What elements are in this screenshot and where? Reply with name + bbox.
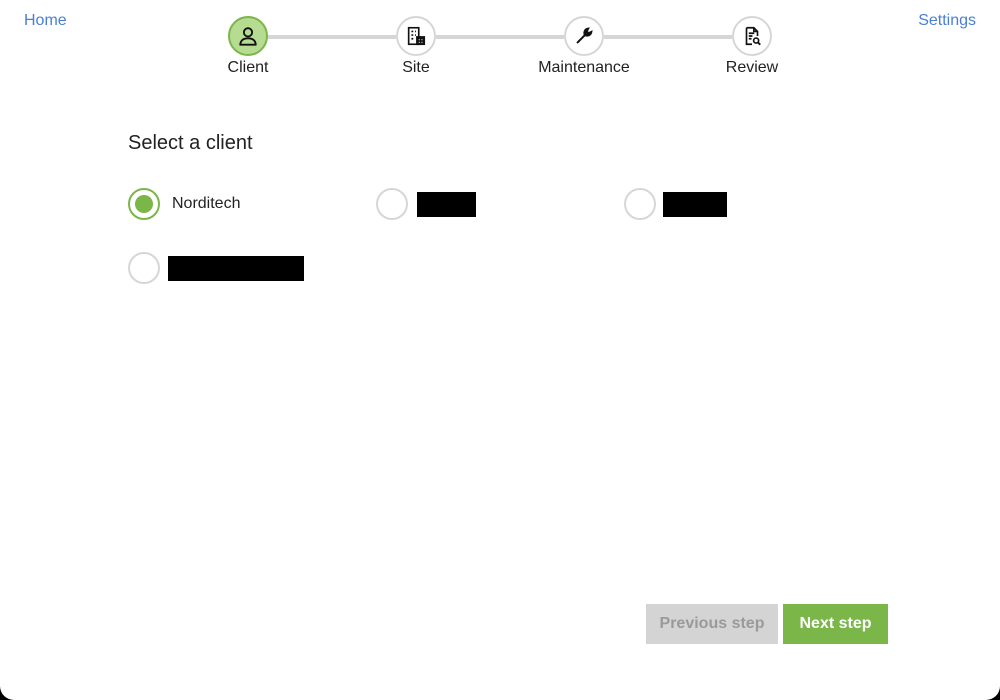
client-option[interactable] xyxy=(376,188,476,220)
wizard-page: Home Settings Client Site Maintenance Re… xyxy=(0,0,1000,700)
step-label: Maintenance xyxy=(538,59,630,76)
previous-step-button[interactable]: Previous step xyxy=(646,604,778,644)
step-client[interactable]: Client xyxy=(188,16,308,77)
document-search-icon xyxy=(745,26,761,46)
redacted-label xyxy=(417,191,476,217)
user-icon xyxy=(239,27,257,46)
redacted-label xyxy=(168,255,304,281)
step-circle xyxy=(564,16,604,56)
step-label: Site xyxy=(402,59,430,76)
step-maintenance[interactable]: Maintenance xyxy=(524,16,644,77)
next-step-button[interactable]: Next step xyxy=(783,604,888,644)
step-circle xyxy=(396,16,436,56)
step-label: Client xyxy=(227,59,269,76)
step-circle xyxy=(228,16,268,56)
client-option[interactable] xyxy=(128,252,304,284)
radio-button[interactable] xyxy=(624,188,656,220)
progress-stepper: Client Site Maintenance Review xyxy=(0,0,1000,90)
client-option-norditech[interactable]: Norditech xyxy=(128,188,240,220)
page-title: Select a client xyxy=(128,132,253,154)
step-site[interactable]: Site xyxy=(356,16,476,77)
step-label: Review xyxy=(725,59,779,76)
client-option[interactable] xyxy=(624,188,727,220)
building-icon xyxy=(407,26,426,46)
step-review[interactable]: Review xyxy=(692,16,812,77)
radio-button[interactable] xyxy=(128,252,160,284)
radio-button[interactable] xyxy=(128,188,160,220)
wrench-icon xyxy=(576,27,593,44)
radio-button[interactable] xyxy=(376,188,408,220)
redacted-label xyxy=(663,191,727,217)
client-option-label: Norditech xyxy=(172,195,241,212)
step-circle xyxy=(732,16,772,56)
